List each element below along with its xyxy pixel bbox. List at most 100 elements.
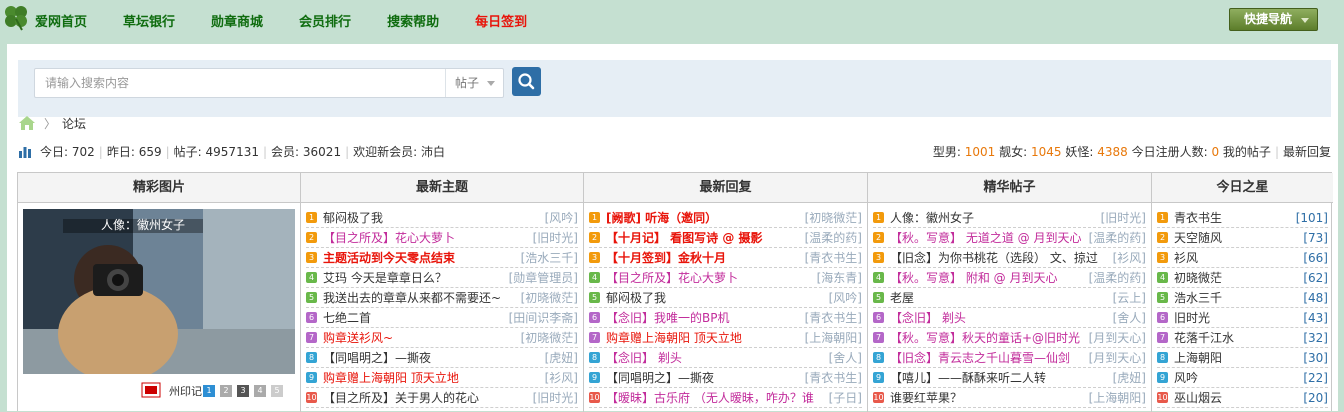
list-item[interactable]: 10 【目之所及】关于男人的花心 [旧时光] [306, 388, 578, 408]
thread-author-link[interactable]: [温柔的药] [1089, 229, 1146, 246]
thread-title-link[interactable]: 【目之所及】花心大萝卜 [323, 229, 529, 246]
search-type-select[interactable]: 帖子 [445, 69, 504, 97]
star-member-name[interactable]: 花落千江水 [1174, 329, 1299, 346]
page-5[interactable]: 5 [271, 385, 283, 397]
star-member-row[interactable]: 7 花落千江水 [32] [1157, 328, 1328, 348]
thread-author-link[interactable]: [勋章管理员] [509, 269, 578, 286]
thread-author-link[interactable]: [风吟] [829, 289, 862, 306]
thread-title-link[interactable]: 七绝二首 [323, 309, 505, 326]
star-member-name[interactable]: 风吟 [1174, 369, 1299, 386]
star-member-row[interactable]: 2 天空随风 [73] [1157, 228, 1328, 248]
thread-title-link[interactable]: 【秋。写意】 无道之道 @ 月到天心 [890, 229, 1085, 246]
thread-title-link[interactable]: 【秋。写意】秋天的童话+@旧时光 [890, 329, 1085, 346]
thread-title-link[interactable]: 郁闷极了我 [323, 209, 541, 226]
thread-title-link[interactable]: 【念旧】 剃头 [890, 309, 1109, 326]
list-item[interactable]: 7 购章送衫风~ [初晓微茫] [306, 328, 578, 348]
breadcrumb-forum[interactable]: 论坛 [62, 115, 86, 132]
thread-author-link[interactable]: [虎妞] [545, 349, 578, 366]
list-item[interactable]: 10 谁要红苹果？ [上海朝阳] [873, 388, 1146, 408]
thread-author-link[interactable]: [青衣书生] [805, 369, 862, 386]
thread-title-link[interactable]: 购章赠上海朝阳 顶天立地 [323, 369, 541, 386]
thread-author-link[interactable]: [温柔的药] [1089, 269, 1146, 286]
my-posts-link[interactable]: 我的帖子 [1223, 145, 1271, 159]
thread-title-link[interactable]: 人像：徽州女子 [890, 209, 1097, 226]
thread-title-link[interactable]: 【秋。写意】 附和 @ 月到天心 [890, 269, 1085, 286]
thread-title-link[interactable]: 购章赠上海朝阳 顶天立地 [606, 329, 801, 346]
list-item[interactable]: 3 【十月签到】金秋十月 [青衣书生] [589, 248, 862, 268]
search-button[interactable] [512, 67, 541, 96]
clover-logo-icon[interactable] [2, 3, 30, 31]
thread-author-link[interactable]: [上海朝阳] [1089, 389, 1146, 406]
thread-author-link[interactable]: [青衣书生] [805, 309, 862, 326]
nav-search-help[interactable]: 搜索帮助 [387, 11, 439, 30]
list-item[interactable]: 3 主题活动到今天零点结束 [浩水三千] [306, 248, 578, 268]
thread-author-link[interactable]: [云上] [1113, 289, 1146, 306]
star-member-name[interactable]: 旧时光 [1174, 309, 1299, 326]
thread-title-link[interactable]: 【念旧】 剃头 [606, 349, 825, 366]
list-item[interactable]: 2 【目之所及】花心大萝卜 [旧时光] [306, 228, 578, 248]
thread-author-link[interactable]: [温柔的药] [805, 229, 862, 246]
thread-author-link[interactable]: [衫风] [545, 369, 578, 386]
list-item[interactable]: 6 【念旧】 剃头 [舍人] [873, 308, 1146, 328]
star-member-name[interactable]: 青衣书生 [1174, 209, 1292, 226]
thread-title-link[interactable]: 主题活动到今天零点结束 [323, 249, 517, 266]
thread-author-link[interactable]: [子日] [829, 389, 862, 406]
thread-title-link[interactable]: 【同唱明之】—撕夜 [323, 349, 541, 366]
thread-author-link[interactable]: [旧时光] [533, 389, 578, 406]
star-member-row[interactable]: 6 旧时光 [43] [1157, 308, 1328, 328]
featured-picture[interactable]: 人像：徽州女子 [23, 209, 295, 374]
thread-title-link[interactable]: 【暧昧】古乐府 （无人暧昧，咋办？谁 [606, 389, 825, 406]
list-item[interactable]: 9 【嘻儿】——酥酥来听二人转 [虎妞] [873, 368, 1146, 388]
star-member-name[interactable]: 天空随风 [1174, 229, 1299, 246]
star-member-name[interactable]: 浩水三千 [1174, 289, 1299, 306]
star-member-row[interactable]: 8 上海朝阳 [30] [1157, 348, 1328, 368]
list-item[interactable]: 3 【旧念】为你书桃花（选段） 文、掠过 [衫风] [873, 248, 1146, 268]
thread-title-link[interactable]: 【嘻儿】——酥酥来听二人转 [890, 369, 1109, 386]
thread-author-link[interactable]: [舍人] [829, 349, 862, 366]
thread-title-link[interactable]: 艾玛 今天是章章日么？ [323, 269, 505, 286]
list-item[interactable]: 10 【暧昧】古乐府 （无人暧昧，咋办？谁 [子日] [589, 388, 862, 408]
nav-daily-checkin[interactable]: 每日签到 [475, 11, 527, 30]
home-icon[interactable] [18, 115, 36, 131]
list-item[interactable]: 4 艾玛 今天是章章日么？ [勋章管理员] [306, 268, 578, 288]
star-member-row[interactable]: 4 初晓微茫 [62] [1157, 268, 1328, 288]
star-member-name[interactable]: 上海朝阳 [1174, 349, 1299, 366]
search-input[interactable] [35, 69, 440, 97]
thread-author-link[interactable]: [旧时光] [1101, 209, 1146, 226]
star-member-row[interactable]: 1 青衣书生 [101] [1157, 208, 1328, 228]
thread-author-link[interactable]: [月到天心] [1089, 329, 1146, 346]
list-item[interactable]: 7 【秋。写意】秋天的童话+@旧时光 [月到天心] [873, 328, 1146, 348]
list-item[interactable]: 8 【同唱明之】—撕夜 [虎妞] [306, 348, 578, 368]
thread-author-link[interactable]: [青衣书生] [805, 249, 862, 266]
star-member-row[interactable]: 5 浩水三千 [48] [1157, 288, 1328, 308]
star-member-row[interactable]: 3 衫风 [66] [1157, 248, 1328, 268]
list-item[interactable]: 1 人像：徽州女子 [旧时光] [873, 208, 1146, 228]
page-3[interactable]: 3 [237, 385, 249, 397]
thread-title-link[interactable]: 【旧念】为你书桃花（选段） 文、掠过 [890, 249, 1109, 266]
thread-title-link[interactable]: 郁闷极了我 [606, 289, 825, 306]
star-member-row[interactable]: 9 风吟 [22] [1157, 368, 1328, 388]
thread-title-link[interactable]: 购章送衫风~ [323, 329, 517, 346]
thread-title-link[interactable]: 我送出去的章章从来都不需要还~ [323, 289, 517, 306]
list-item[interactable]: 5 我送出去的章章从来都不需要还~ [初晓微茫] [306, 288, 578, 308]
thread-author-link[interactable]: [旧时光] [533, 229, 578, 246]
page-4[interactable]: 4 [254, 385, 266, 397]
quick-nav-button[interactable]: 快捷导航 [1229, 8, 1318, 31]
thread-author-link[interactable]: [浩水三千] [521, 249, 578, 266]
latest-replies-link[interactable]: 最新回复 [1283, 145, 1331, 159]
list-item[interactable]: 4 【秋。写意】 附和 @ 月到天心 [温柔的药] [873, 268, 1146, 288]
star-member-row[interactable]: 10 巫山烟云 [20] [1157, 388, 1328, 408]
thread-author-link[interactable]: [风吟] [545, 209, 578, 226]
thread-title-link[interactable]: 【十月签到】金秋十月 [606, 249, 801, 266]
thread-title-link[interactable]: 【念旧】我唯一的BP机 [606, 309, 801, 326]
list-item[interactable]: 2 【秋。写意】 无道之道 @ 月到天心 [温柔的药] [873, 228, 1146, 248]
list-item[interactable]: 1 郁闷极了我 [风吟] [306, 208, 578, 228]
list-item[interactable]: 4 【目之所及】花心大萝卜 [海东青] [589, 268, 862, 288]
nav-medal-shop[interactable]: 勋章商城 [211, 11, 263, 30]
thread-author-link[interactable]: [虎妞] [1113, 369, 1146, 386]
list-item[interactable]: 7 购章赠上海朝阳 顶天立地 [上海朝阳] [589, 328, 862, 348]
thread-author-link[interactable]: [月到天心] [1089, 349, 1146, 366]
thread-title-link[interactable]: 【十月记】 看图写诗 @ 摄影 [606, 229, 801, 246]
nav-member-ranking[interactable]: 会员排行 [299, 11, 351, 30]
list-item[interactable]: 5 郁闷极了我 [风吟] [589, 288, 862, 308]
